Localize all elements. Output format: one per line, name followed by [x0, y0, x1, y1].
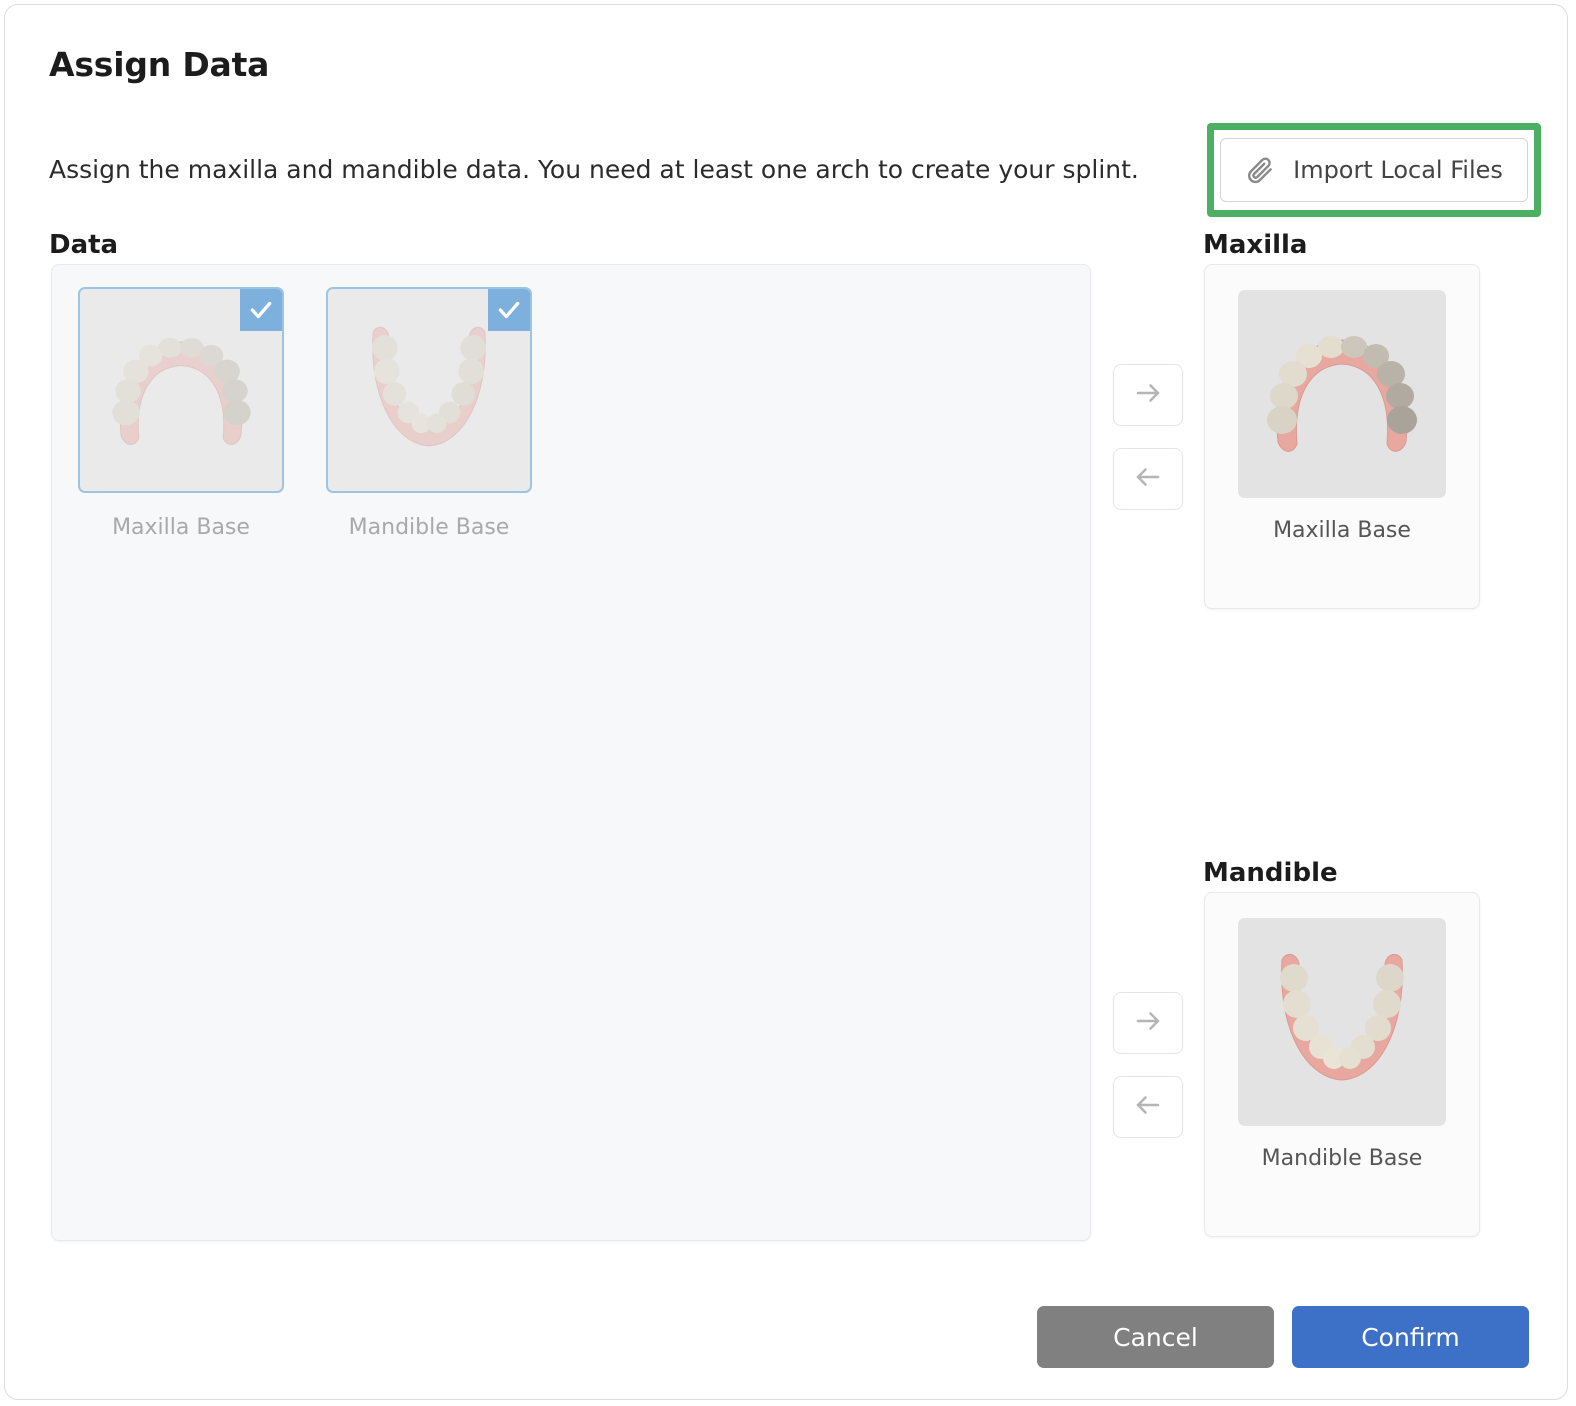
upper-arch-render: [1267, 336, 1417, 452]
assign-data-dialog: Assign Data Assign the maxilla and mandi…: [4, 4, 1568, 1400]
maxilla-transfer-controls: [1113, 364, 1183, 510]
list-item-label: Maxilla Base: [112, 515, 250, 540]
list-item-label: Mandible Base: [348, 515, 510, 540]
data-grid: Maxilla Base Mandible Base: [78, 287, 532, 540]
dialog-description: Assign the maxilla and mandible data. Yo…: [49, 155, 1139, 184]
arrow-right-icon: [1131, 1006, 1165, 1040]
mandible-section-heading: Mandible: [1203, 858, 1338, 888]
mandible-assigned-thumbnail[interactable]: [1238, 918, 1446, 1126]
data-list-panel: Maxilla Base Mandible Base: [51, 264, 1091, 1241]
paperclip-icon: [1245, 155, 1275, 185]
arrow-left-icon: [1131, 1090, 1165, 1124]
mandible-assigned-label: Mandible Base: [1261, 1146, 1423, 1171]
list-item: Mandible Base: [326, 287, 532, 540]
data-thumbnail-maxilla[interactable]: [78, 287, 284, 493]
list-item: Maxilla Base: [78, 287, 284, 540]
confirm-button[interactable]: Confirm: [1292, 1306, 1529, 1368]
assign-to-mandible-button[interactable]: [1113, 992, 1183, 1054]
maxilla-assigned-label: Maxilla Base: [1273, 518, 1411, 543]
arrow-right-icon: [1131, 378, 1165, 412]
lower-arch-render: [1280, 953, 1404, 1081]
remove-from-mandible-button[interactable]: [1113, 1076, 1183, 1138]
maxilla-section-heading: Maxilla: [1203, 230, 1308, 260]
assign-to-maxilla-button[interactable]: [1113, 364, 1183, 426]
data-thumbnail-mandible[interactable]: [326, 287, 532, 493]
page-title: Assign Data: [49, 45, 270, 84]
remove-from-maxilla-button[interactable]: [1113, 448, 1183, 510]
check-icon[interactable]: [240, 289, 282, 331]
cancel-button[interactable]: Cancel: [1037, 1306, 1274, 1368]
maxilla-assigned-thumbnail[interactable]: [1238, 290, 1446, 498]
maxilla-assigned-panel: Maxilla Base: [1204, 264, 1480, 609]
check-icon[interactable]: [488, 289, 530, 331]
import-local-files-label: Import Local Files: [1293, 156, 1503, 184]
arrow-left-icon: [1131, 462, 1165, 496]
mandible-assigned-panel: Mandible Base: [1204, 892, 1480, 1237]
mandible-transfer-controls: [1113, 992, 1183, 1138]
import-local-files-button[interactable]: Import Local Files: [1220, 138, 1528, 202]
data-section-heading: Data: [49, 230, 119, 260]
